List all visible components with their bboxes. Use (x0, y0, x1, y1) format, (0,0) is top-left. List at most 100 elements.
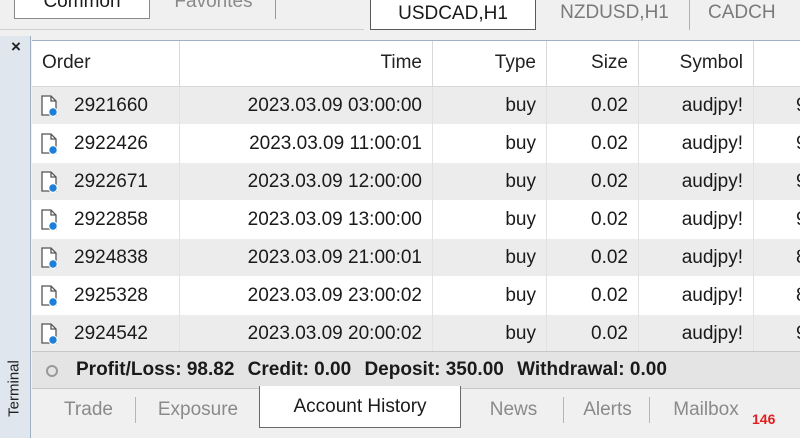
terminal-label: Terminal (5, 360, 23, 417)
cell-time: 2023.03.09 21:00:01 (180, 239, 433, 277)
cell-size: 0.02 (547, 201, 639, 239)
table-row[interactable]: 2922426 2023.03.09 11:00:01 buy 0.02 audjpy!… (32, 125, 800, 163)
column-header-size[interactable]: Size (547, 41, 639, 87)
history-order-icon (41, 133, 58, 155)
cell-price-text: 9 (796, 323, 800, 344)
profit-loss: Profit/Loss: 98.82 (76, 359, 235, 380)
table-row[interactable]: 2925328 2023.03.09 23:00:02 buy 0.02 audjpy!… (32, 277, 800, 315)
table-row[interactable]: 2922671 2023.03.09 12:00:00 buy 0.02 audjpy!… (32, 163, 800, 201)
table-row[interactable]: 2921660 2023.03.09 03:00:00 buy 0.02 audjpy!… (32, 87, 800, 125)
cell-symbol-text: audjpy! (681, 247, 743, 268)
cell-order-text: 2924838 (74, 247, 148, 268)
cell-price: 8 (754, 277, 800, 315)
cell-time: 2023.03.09 11:00:01 (180, 125, 433, 163)
cell-symbol: audjpy! (639, 277, 754, 315)
cell-size-text: 0.02 (591, 133, 628, 154)
cell-symbol: audjpy! (639, 239, 754, 277)
cell-time-text: 2023.03.09 21:00:01 (247, 247, 422, 268)
cell-price-text: 9 (796, 209, 800, 230)
column-header-price[interactable] (754, 41, 800, 87)
terminal-tab-bar: Trade Exposure Account History News Aler… (32, 386, 800, 438)
cell-time-text: 2023.03.09 20:00:02 (247, 323, 422, 344)
cell-symbol: audjpy! (639, 163, 754, 201)
history-order-icon (41, 209, 58, 231)
column-header-symbol[interactable]: Symbol (639, 41, 754, 87)
history-order-icon (41, 247, 58, 269)
cell-order-text: 2922858 (74, 209, 148, 230)
cell-type: buy (433, 125, 547, 163)
mailbox-count-badge: 146 (752, 411, 776, 427)
cell-type: buy (433, 239, 547, 277)
table-body: 2921660 2023.03.09 03:00:00 buy 0.02 audjpy!… (32, 87, 800, 353)
cell-type-text: buy (505, 323, 536, 344)
tab-news[interactable]: News (464, 397, 564, 423)
cell-time-text: 2023.03.09 23:00:02 (247, 285, 422, 306)
cell-order: 2921660 (32, 87, 180, 125)
cell-order: 2922671 (32, 163, 180, 201)
chart-tab-nzdusd[interactable]: NZDUSD,H1 (540, 0, 690, 30)
cell-order-text: 2925328 (74, 285, 148, 306)
tab-exposure[interactable]: Exposure (138, 397, 258, 423)
balance-icon (46, 365, 58, 377)
cell-symbol: audjpy! (639, 125, 754, 163)
cell-size: 0.02 (547, 315, 639, 353)
column-header-order[interactable]: Order (32, 41, 180, 87)
cell-time: 2023.03.09 03:00:00 (180, 87, 433, 125)
tab-account-history[interactable]: Account History (259, 386, 461, 428)
cell-symbol: audjpy! (639, 87, 754, 125)
tab-mailbox[interactable]: Mailbox (656, 397, 756, 423)
cell-time: 2023.03.09 13:00:00 (180, 201, 433, 239)
cell-time-text: 2023.03.09 13:00:00 (247, 209, 422, 230)
cell-order-text: 2922426 (74, 133, 148, 154)
cell-time: 2023.03.09 20:00:02 (180, 315, 433, 353)
withdrawal: Withdrawal: 0.00 (517, 359, 667, 380)
cell-size-text: 0.02 (591, 247, 628, 268)
cell-symbol-text: audjpy! (681, 171, 743, 192)
cell-time: 2023.03.09 12:00:00 (180, 163, 433, 201)
cell-size-text: 0.02 (591, 95, 628, 116)
summary-bar: Profit/Loss: 98.82 Credit: 0.00 Deposit:… (32, 351, 800, 389)
cell-symbol-text: audjpy! (681, 285, 743, 306)
cell-symbol-text: audjpy! (681, 209, 743, 230)
column-header-type[interactable]: Type (433, 41, 547, 87)
cell-price: 9 (754, 315, 800, 353)
cell-order: 2924542 (32, 315, 180, 353)
cell-price-text: 9 (796, 95, 800, 116)
cell-order: 2925328 (32, 277, 180, 315)
cell-type: buy (433, 277, 547, 315)
tab-favorites[interactable]: Favorites (152, 0, 276, 19)
cell-time-text: 2023.03.09 12:00:00 (247, 171, 422, 192)
cell-size-text: 0.02 (591, 209, 628, 230)
table-header: Order Time Type Size Symbol (32, 41, 800, 87)
tab-alerts[interactable]: Alerts (566, 397, 650, 423)
cell-type: buy (433, 163, 547, 201)
cell-symbol: audjpy! (639, 315, 754, 353)
credit: Credit: 0.00 (247, 359, 352, 380)
cell-symbol-text: audjpy! (681, 323, 743, 344)
cell-order-text: 2924542 (74, 323, 148, 344)
tab-trade[interactable]: Trade (42, 397, 136, 423)
cell-price-text: 9 (796, 133, 800, 154)
table-row[interactable]: 2924838 2023.03.09 21:00:01 buy 0.02 audjpy!… (32, 239, 800, 277)
account-history-table: Order Time Type Size Symbol 2921660 2023.… (32, 40, 800, 353)
cell-type: buy (433, 201, 547, 239)
cell-price-text: 8 (796, 247, 800, 268)
history-order-icon (41, 323, 58, 345)
close-icon[interactable]: × (6, 37, 26, 57)
cell-size: 0.02 (547, 277, 639, 315)
history-order-icon (41, 95, 58, 117)
cell-price: 9 (754, 125, 800, 163)
column-header-time[interactable]: Time (180, 41, 433, 87)
cell-time-text: 2023.03.09 11:00:01 (249, 133, 422, 154)
tab-common[interactable]: Common (14, 0, 150, 19)
cell-order: 2922426 (32, 125, 180, 163)
chart-tab-usdcad[interactable]: USDCAD,H1 (370, 0, 536, 30)
cell-size: 0.02 (547, 125, 639, 163)
cell-order: 2922858 (32, 201, 180, 239)
cell-price: 9 (754, 87, 800, 125)
table-row[interactable]: 2922858 2023.03.09 13:00:00 buy 0.02 audjpy!… (32, 201, 800, 239)
chart-tab-bar: USDCAD,H1 NZDUSD,H1 CADCH (364, 0, 800, 30)
cell-type: buy (433, 315, 547, 353)
table-row[interactable]: 2924542 2023.03.09 20:00:02 buy 0.02 audjpy!… (32, 315, 800, 353)
chart-tab-cadch[interactable]: CADCH (698, 0, 800, 30)
